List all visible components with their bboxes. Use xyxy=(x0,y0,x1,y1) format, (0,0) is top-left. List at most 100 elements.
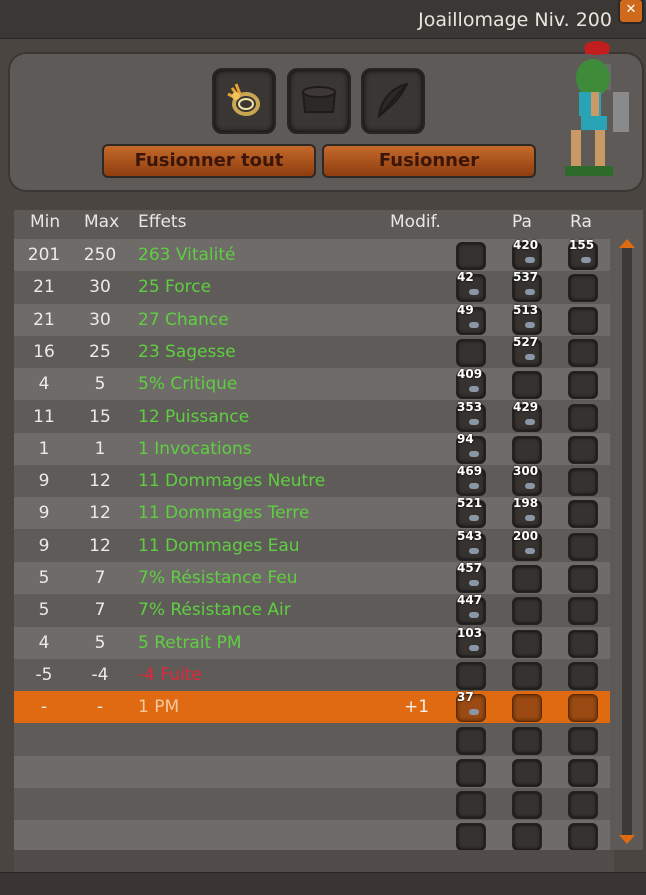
table-row[interactable]: 21 30 27 Chance 49 513 xyxy=(14,303,610,336)
ra-rune-slot[interactable]: 155 xyxy=(568,238,598,270)
min-value: 5 xyxy=(38,568,50,588)
table-row[interactable]: 11 15 12 Puissance 353 429 xyxy=(14,400,610,433)
table-row[interactable]: 1 1 1 Invocations 94 xyxy=(14,432,610,465)
ra-rune-slot[interactable] xyxy=(568,726,598,755)
max-value: - xyxy=(96,697,104,718)
ra-rune-slot[interactable] xyxy=(568,500,598,529)
pa-rune-slot[interactable]: 420 xyxy=(512,238,542,270)
rune-count: 537 xyxy=(513,270,539,285)
modif-rune-slot[interactable] xyxy=(456,758,486,787)
ra-rune-slot[interactable] xyxy=(568,597,598,626)
rune-icon xyxy=(581,257,591,263)
pa-rune-slot[interactable]: 200 xyxy=(512,529,542,561)
pa-rune-slot[interactable] xyxy=(512,371,542,400)
pa-rune-slot[interactable]: 300 xyxy=(512,464,542,497)
pa-rune-slot[interactable]: 537 xyxy=(512,270,542,303)
ra-rune-slot[interactable] xyxy=(568,791,598,820)
fuse-all-button[interactable]: Fusionner tout xyxy=(102,144,316,178)
pa-rune-slot[interactable] xyxy=(512,758,542,787)
scroll-down-arrow-icon[interactable] xyxy=(619,835,635,844)
ra-rune-slot[interactable] xyxy=(568,468,598,497)
table-row[interactable]: 9 12 11 Dommages Terre 521 198 xyxy=(14,496,610,530)
max-value: 5 xyxy=(94,374,106,395)
table-row[interactable] xyxy=(14,820,610,853)
modif-rune-slot[interactable]: 409 xyxy=(456,367,486,400)
table-row[interactable] xyxy=(14,755,610,788)
modif-rune-slot[interactable]: 543 xyxy=(456,529,486,561)
pa-rune-slot[interactable]: 429 xyxy=(512,400,542,432)
modif-rune-slot[interactable]: 103 xyxy=(456,626,486,658)
ra-rune-slot[interactable] xyxy=(568,758,598,787)
modif-rune-slot[interactable]: 447 xyxy=(456,593,486,626)
pa-rune-slot[interactable] xyxy=(512,791,542,820)
ra-rune-slot[interactable] xyxy=(568,306,598,335)
item-slot-feather[interactable] xyxy=(361,68,425,134)
table-row[interactable]: 4 5 5% Critique 409 xyxy=(14,367,610,401)
pa-rune-slot[interactable]: 527 xyxy=(512,335,542,367)
modif-rune-slot[interactable]: 49 xyxy=(456,303,486,335)
modif-rune-slot[interactable]: 457 xyxy=(456,561,486,593)
item-slot-pot[interactable] xyxy=(287,68,351,134)
ra-rune-slot[interactable] xyxy=(568,532,598,561)
rune-icon xyxy=(525,257,535,263)
modif-rune-slot[interactable]: 42 xyxy=(456,270,486,303)
modif-rune-slot[interactable] xyxy=(456,726,486,755)
ra-rune-slot[interactable] xyxy=(568,403,598,432)
table-row[interactable]: 9 12 11 Dommages Eau 543 200 xyxy=(14,529,610,562)
modif-rune-slot[interactable]: 521 xyxy=(456,496,486,529)
ra-rune-slot[interactable] xyxy=(568,661,598,690)
table-row[interactable]: 4 5 5 Retrait PM 103 xyxy=(14,626,610,659)
ra-rune-slot[interactable] xyxy=(568,823,598,852)
modif-rune-slot[interactable]: 94 xyxy=(456,432,486,464)
scroll-track[interactable] xyxy=(622,244,632,838)
table-row[interactable]: 16 25 23 Sagesse 527 xyxy=(14,335,610,368)
rune-icon xyxy=(525,321,535,328)
rune-count: 409 xyxy=(457,367,483,382)
table-row[interactable]: 21 30 25 Force 42 537 xyxy=(14,270,610,304)
table-row[interactable]: -5 -4 -4 Fuite xyxy=(14,658,610,691)
fuse-button[interactable]: Fusionner xyxy=(322,144,536,178)
table-row[interactable]: 5 7 7% Résistance Air 447 xyxy=(14,593,610,627)
max-value: 30 xyxy=(89,277,111,298)
modif-rune-slot[interactable] xyxy=(456,338,486,367)
min-value: - xyxy=(40,697,48,718)
pa-rune-slot[interactable] xyxy=(512,823,542,852)
modif-rune-slot[interactable]: 469 xyxy=(456,464,486,497)
table-row[interactable]: 9 12 11 Dommages Neutre 469 300 xyxy=(14,464,610,498)
scroll-up-arrow-icon[interactable] xyxy=(619,239,635,248)
min-value: 16 xyxy=(33,341,55,362)
table-row[interactable]: - - 1 PM +1 37 xyxy=(14,690,610,724)
pa-rune-slot[interactable]: 198 xyxy=(512,496,542,529)
item-slot-ring[interactable] xyxy=(212,68,276,134)
pa-rune-slot[interactable] xyxy=(512,694,542,723)
modif-rune-slot[interactable]: 37 xyxy=(456,690,486,723)
close-icon[interactable]: ✕ xyxy=(618,0,644,24)
table-row[interactable] xyxy=(14,788,610,821)
min-value: 9 xyxy=(38,503,50,524)
pa-rune-slot[interactable] xyxy=(512,661,542,690)
pa-rune-slot[interactable] xyxy=(512,597,542,626)
modif-rune-slot[interactable]: 353 xyxy=(456,400,486,432)
ra-rune-slot[interactable] xyxy=(568,371,598,400)
min-value: 4 xyxy=(38,632,50,653)
modif-rune-slot[interactable] xyxy=(456,661,486,690)
table-row[interactable]: 201 250 263 Vitalité 420 155 xyxy=(14,238,610,271)
ra-rune-slot[interactable] xyxy=(568,274,598,303)
pa-rune-slot[interactable] xyxy=(512,629,542,658)
pa-rune-slot[interactable] xyxy=(512,435,542,464)
rune-count: 94 xyxy=(457,431,474,446)
pa-rune-slot[interactable]: 513 xyxy=(512,303,542,335)
ra-rune-slot[interactable] xyxy=(568,694,598,723)
effect-label: 25 Force xyxy=(138,277,212,298)
ra-rune-slot[interactable] xyxy=(568,435,598,464)
modif-rune-slot[interactable] xyxy=(456,791,486,820)
pa-rune-slot[interactable] xyxy=(512,565,542,593)
ra-rune-slot[interactable] xyxy=(568,565,598,593)
pa-rune-slot[interactable] xyxy=(512,726,542,755)
ra-rune-slot[interactable] xyxy=(568,629,598,658)
table-row[interactable]: 5 7 7% Résistance Feu 457 xyxy=(14,561,610,594)
modif-rune-slot[interactable] xyxy=(456,242,486,270)
modif-rune-slot[interactable] xyxy=(456,823,486,852)
table-row[interactable] xyxy=(14,723,610,756)
ra-rune-slot[interactable] xyxy=(568,338,598,367)
